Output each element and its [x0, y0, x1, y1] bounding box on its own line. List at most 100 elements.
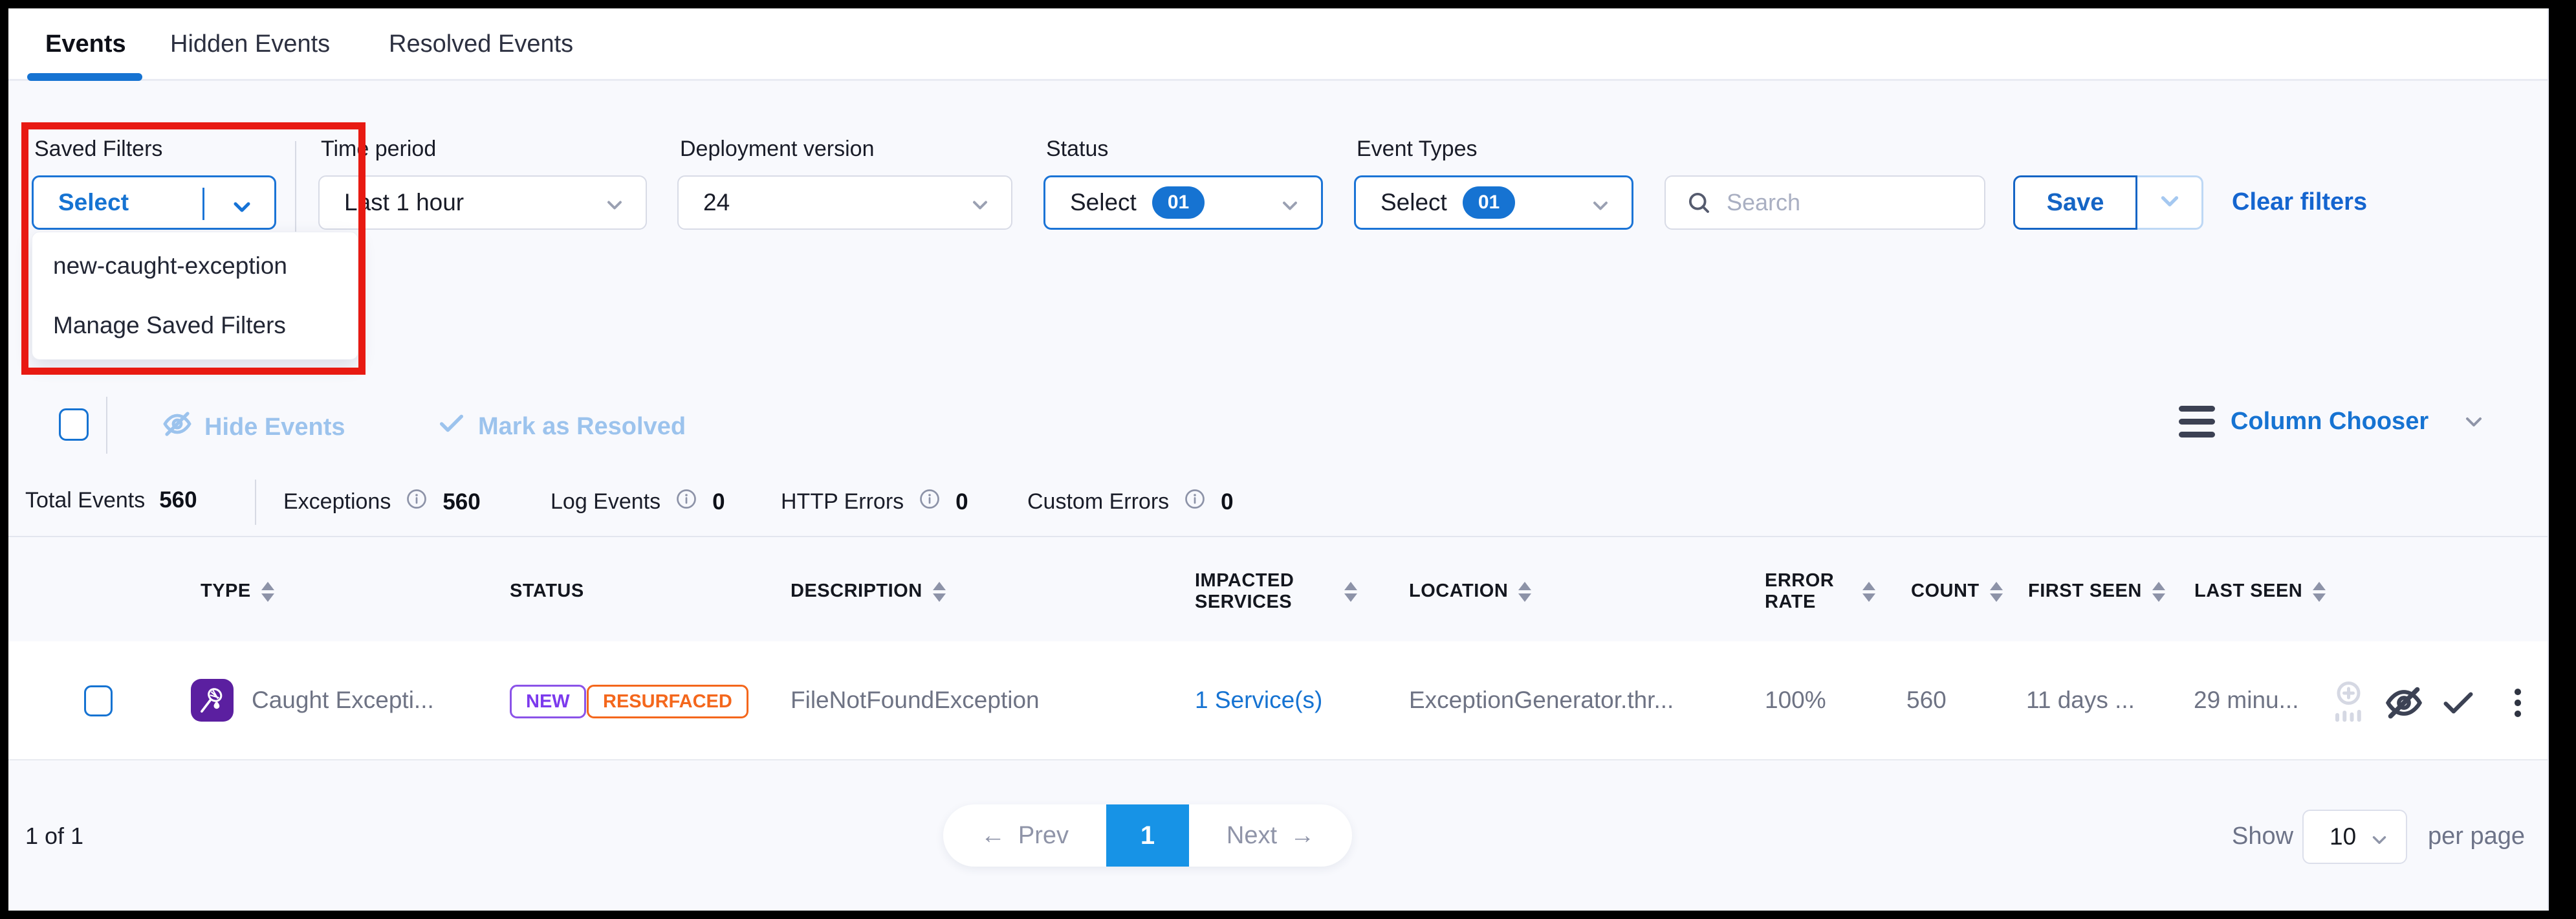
- tab-hidden-events[interactable]: Hidden Events: [170, 30, 330, 58]
- sort-icon[interactable]: [1518, 582, 1531, 602]
- stat-http-errors: HTTP Errors 0: [781, 487, 968, 516]
- stats-divider: [255, 480, 256, 525]
- sort-icon[interactable]: [2152, 582, 2165, 602]
- hide-events-button[interactable]: Hide Events: [162, 408, 345, 446]
- table-top-border: [8, 536, 2548, 537]
- deployment-version-label: Deployment version: [680, 137, 874, 162]
- sort-icon[interactable]: [261, 582, 274, 602]
- next-page-button[interactable]: Next →: [1189, 822, 1352, 850]
- search-input[interactable]: [1725, 188, 1958, 217]
- column-header-label: TYPE: [201, 581, 251, 602]
- search-box: [1665, 175, 1985, 230]
- column-header-description[interactable]: DESCRIPTION: [791, 556, 946, 627]
- chevron-down-icon: [2368, 829, 2390, 854]
- stat-custom-errors: Custom Errors 0: [1027, 487, 1234, 516]
- column-header-label: COUNT: [1911, 581, 1980, 602]
- saved-filters-select[interactable]: Select: [32, 175, 276, 230]
- row-error-rate: 100%: [1765, 687, 1826, 714]
- select-all-checkbox[interactable]: [59, 408, 89, 441]
- info-icon[interactable]: [675, 487, 698, 516]
- status-count-badge: 01: [1152, 186, 1205, 219]
- column-header-type[interactable]: TYPE: [201, 556, 274, 627]
- row-count: 560: [1906, 687, 1947, 714]
- status-select[interactable]: Select 01: [1043, 175, 1323, 230]
- add-to-chart-icon[interactable]: [2331, 680, 2370, 729]
- info-icon[interactable]: [918, 487, 941, 516]
- eye-off-icon: [162, 408, 193, 446]
- status-badge-resurfaced: RESURFACED: [587, 685, 748, 718]
- tab-resolved-events[interactable]: Resolved Events: [389, 30, 573, 58]
- column-header-location[interactable]: LOCATION: [1409, 556, 1531, 627]
- stat-value: 0: [1221, 489, 1233, 515]
- hide-events-label: Hide Events: [204, 414, 345, 441]
- row-impacted-services-link[interactable]: 1 Service(s): [1195, 687, 1322, 714]
- per-page-label: per page: [2428, 823, 2525, 850]
- stat-label: Custom Errors: [1027, 489, 1169, 515]
- chevron-down-icon: [2156, 188, 2183, 218]
- deployment-version-select[interactable]: 24: [677, 175, 1012, 230]
- time-period-select[interactable]: Last 1 hour: [318, 175, 647, 230]
- select-divider: [202, 188, 204, 220]
- resolve-event-icon[interactable]: [2440, 684, 2477, 725]
- save-dropdown-button[interactable]: [2137, 175, 2203, 230]
- status-value: Select: [1070, 189, 1137, 216]
- saved-filters-value: Select: [58, 189, 129, 216]
- event-types-value: Select: [1381, 189, 1447, 216]
- event-types-label: Event Types: [1357, 137, 1478, 162]
- chevron-down-icon: [1278, 194, 1302, 223]
- column-header-label: DESCRIPTION: [791, 581, 922, 602]
- check-icon: [437, 408, 466, 445]
- stat-value: 560: [159, 487, 197, 513]
- sort-icon[interactable]: [2313, 582, 2326, 602]
- stat-label: Exceptions: [283, 489, 391, 515]
- events-page: Events Hidden Events Resolved Events Sav…: [8, 8, 2549, 911]
- column-header-count[interactable]: COUNT: [1911, 556, 2003, 627]
- column-header-impacted-services[interactable]: IMPACTED SERVICES: [1195, 556, 1357, 627]
- sort-icon[interactable]: [1990, 582, 2003, 602]
- row-checkbox[interactable]: [84, 685, 113, 716]
- chevron-down-icon: [603, 194, 626, 223]
- row-first-seen: 11 days ...: [2026, 687, 2135, 714]
- current-page-button[interactable]: 1: [1106, 804, 1189, 867]
- stat-label: HTTP Errors: [781, 489, 904, 515]
- sort-icon[interactable]: [1344, 582, 1357, 602]
- saved-filter-option[interactable]: new-caught-exception: [32, 236, 358, 296]
- stat-log-events: Log Events 0: [551, 487, 725, 516]
- status-badge-new: NEW: [510, 685, 586, 718]
- column-chooser-button[interactable]: Column Chooser: [2179, 406, 2487, 437]
- mark-resolved-button[interactable]: Mark as Resolved: [437, 408, 686, 445]
- kebab-menu-icon[interactable]: [2499, 684, 2537, 725]
- hamburger-icon: [2179, 406, 2215, 437]
- manage-saved-filters-option[interactable]: Manage Saved Filters: [32, 296, 358, 355]
- column-header-label: LOCATION: [1409, 581, 1508, 602]
- per-page-select[interactable]: 10: [2302, 810, 2407, 864]
- column-header-label: STATUS: [510, 581, 584, 602]
- time-period-label: Time period: [321, 137, 436, 162]
- column-header-label: LAST SEEN: [2194, 581, 2302, 602]
- event-types-select[interactable]: Select 01: [1354, 175, 1633, 230]
- filter-group-divider: [295, 141, 296, 232]
- stat-total-events: Total Events 560: [25, 487, 197, 513]
- stat-value: 560: [442, 489, 480, 515]
- column-header-first-seen[interactable]: FIRST SEEN: [2028, 556, 2165, 627]
- per-page-value: 10: [2330, 823, 2356, 850]
- column-header-last-seen[interactable]: LAST SEEN: [2194, 556, 2326, 627]
- column-header-status[interactable]: STATUS: [510, 556, 584, 627]
- column-chooser-label: Column Chooser: [2231, 408, 2429, 436]
- stat-value: 0: [955, 489, 968, 515]
- save-button[interactable]: Save: [2013, 175, 2137, 230]
- column-header-error-rate[interactable]: ERROR RATE: [1765, 556, 1875, 627]
- hide-event-icon[interactable]: [2384, 683, 2424, 726]
- clear-filters-link[interactable]: Clear filters: [2232, 188, 2367, 216]
- prev-page-button[interactable]: ← Prev: [943, 822, 1106, 850]
- column-header-label: ERROR RATE: [1765, 570, 1852, 614]
- next-label: Next: [1227, 822, 1277, 850]
- stat-exceptions: Exceptions 560: [283, 487, 481, 516]
- info-icon[interactable]: [1183, 487, 1206, 516]
- sort-icon[interactable]: [933, 582, 946, 602]
- tab-events[interactable]: Events: [45, 30, 126, 58]
- caught-exception-icon: [191, 679, 234, 722]
- column-header-label: FIRST SEEN: [2028, 581, 2142, 602]
- sort-icon[interactable]: [1862, 582, 1875, 602]
- info-icon[interactable]: [405, 487, 428, 516]
